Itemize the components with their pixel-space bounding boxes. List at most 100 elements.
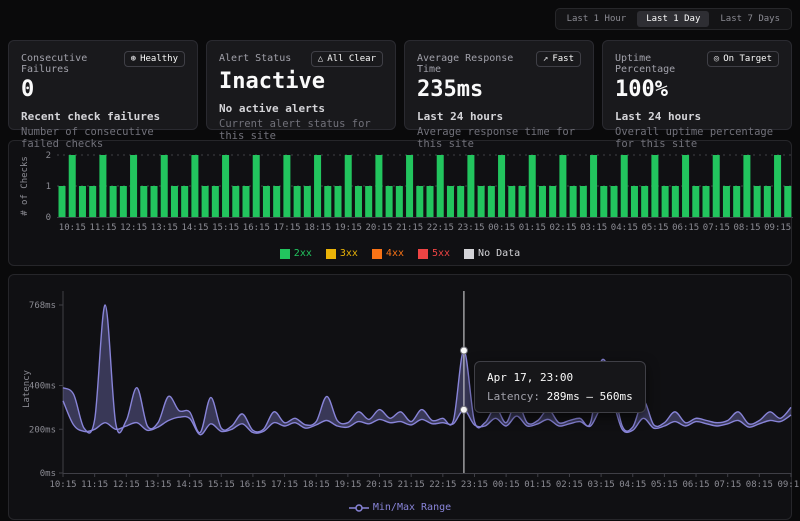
bar-2xx[interactable] [559,155,566,217]
bar-2xx[interactable] [59,186,66,217]
bar-2xx[interactable] [202,186,209,217]
bar-2xx[interactable] [161,155,168,217]
legend-item-no-data[interactable]: No Data [464,248,520,259]
bar-2xx[interactable] [743,155,750,217]
legend-label: 3xx [340,248,358,259]
bar-2xx[interactable] [406,155,413,217]
bar-2xx[interactable] [130,155,137,217]
card-title: Alert Status [219,51,291,64]
bar-2xx[interactable] [253,155,260,217]
bar-2xx[interactable] [365,186,372,217]
bar-2xx[interactable] [263,186,270,217]
time-range-button[interactable]: Last 1 Day [637,11,709,27]
bar-2xx[interactable] [529,155,536,217]
checks-bar-chart[interactable]: 012# of Checks10:1511:1512:1513:1514:151… [17,147,783,247]
bar-2xx[interactable] [212,186,219,217]
bar-2xx[interactable] [457,186,464,217]
bar-2xx[interactable] [314,155,321,217]
bar-2xx[interactable] [232,186,239,217]
bar-2xx[interactable] [355,186,362,217]
bar-2xx[interactable] [651,155,658,217]
bar-2xx[interactable] [478,186,485,217]
x-tick-label: 13:15 [144,480,171,490]
bar-2xx[interactable] [508,186,515,217]
bar-2xx[interactable] [600,186,607,217]
bar-2xx[interactable] [110,186,117,217]
bar-2xx[interactable] [549,186,556,217]
bar-2xx[interactable] [416,186,423,217]
bar-2xx[interactable] [386,186,393,217]
bar-2xx[interactable] [631,186,638,217]
bar-2xx[interactable] [570,186,577,217]
time-range-button[interactable]: Last 7 Days [711,11,789,27]
bar-2xx[interactable] [273,186,280,217]
bar-2xx[interactable] [294,186,301,217]
bar-2xx[interactable] [764,186,771,217]
card-title: Consecutive Failures [21,51,124,75]
latency-chart-panel: 0ms200ms400ms768msLatency10:1511:1512:15… [8,274,792,520]
bar-2xx[interactable] [171,186,178,217]
bar-2xx[interactable] [191,155,198,217]
latency-line-chart[interactable]: 0ms200ms400ms768msLatency10:1511:1512:15… [17,281,783,501]
bar-2xx[interactable] [140,186,147,217]
bar-2xx[interactable] [703,186,710,217]
legend-item-3xx[interactable]: 3xx [326,248,358,259]
bar-2xx[interactable] [283,155,290,217]
bar-2xx[interactable] [437,155,444,217]
badge-label: All Clear [327,54,376,64]
bar-2xx[interactable] [447,186,454,217]
y-axis-title: Latency [22,369,32,408]
time-range-button[interactable]: Last 1 Hour [558,11,636,27]
bar-2xx[interactable] [375,155,382,217]
bar-2xx[interactable] [222,155,229,217]
bar-2xx[interactable] [519,186,526,217]
x-tick-label: 10:15 [49,480,76,490]
x-tick-label: 21:15 [396,223,423,233]
bar-2xx[interactable] [662,186,669,217]
bar-2xx[interactable] [784,186,791,217]
bar-2xx[interactable] [733,186,740,217]
bar-2xx[interactable] [621,155,628,217]
bar-2xx[interactable] [488,186,495,217]
bar-2xx[interactable] [396,186,403,217]
x-tick-label: 23:15 [461,480,488,490]
bar-2xx[interactable] [304,186,311,217]
bar-2xx[interactable] [590,155,597,217]
bar-2xx[interactable] [120,186,127,217]
bar-2xx[interactable] [324,186,331,217]
x-tick-label: 15:15 [212,223,239,233]
bar-2xx[interactable] [99,155,106,217]
bar-2xx[interactable] [498,155,505,217]
legend-item-5xx[interactable]: 5xx [418,248,450,259]
bar-2xx[interactable] [79,186,86,217]
bar-2xx[interactable] [754,186,761,217]
bar-2xx[interactable] [151,186,158,217]
bar-2xx[interactable] [611,186,618,217]
y-tick-label: 1 [46,182,51,192]
bar-2xx[interactable] [467,155,474,217]
bar-2xx[interactable] [427,186,434,217]
bar-2xx[interactable] [580,186,587,217]
stat-card: Consecutive Failures ⊛ Healthy 0 Recent … [8,40,198,130]
bar-2xx[interactable] [335,186,342,217]
bar-2xx[interactable] [713,155,720,217]
legend-item-4xx[interactable]: 4xx [372,248,404,259]
bar-2xx[interactable] [774,155,781,217]
legend-item-minmax[interactable]: Min/Max Range [349,502,451,513]
x-tick-label: 22:15 [429,480,456,490]
card-description: Current alert status for this site [219,118,383,142]
bar-2xx[interactable] [692,186,699,217]
bar-2xx[interactable] [682,155,689,217]
bar-2xx[interactable] [89,186,96,217]
bar-2xx[interactable] [723,186,730,217]
time-range-selector: Last 1 HourLast 1 DayLast 7 Days [555,8,792,30]
bar-2xx[interactable] [69,155,76,217]
bar-2xx[interactable] [539,186,546,217]
bar-2xx[interactable] [345,155,352,217]
bar-2xx[interactable] [641,186,648,217]
bar-2xx[interactable] [672,186,679,217]
bar-2xx[interactable] [243,186,250,217]
bar-2xx[interactable] [181,186,188,217]
legend-item-2xx[interactable]: 2xx [280,248,312,259]
status-badge: ↗ Fast [536,51,581,67]
